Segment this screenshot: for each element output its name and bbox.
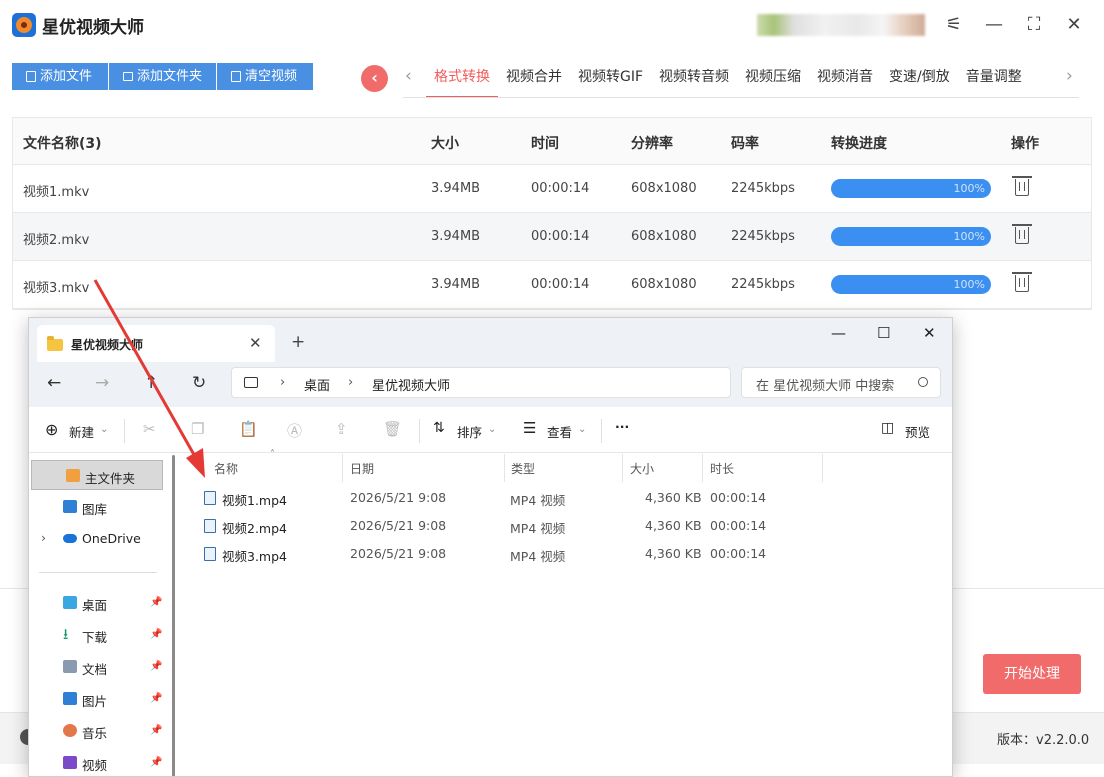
annotation-arrow	[93, 279, 205, 478]
